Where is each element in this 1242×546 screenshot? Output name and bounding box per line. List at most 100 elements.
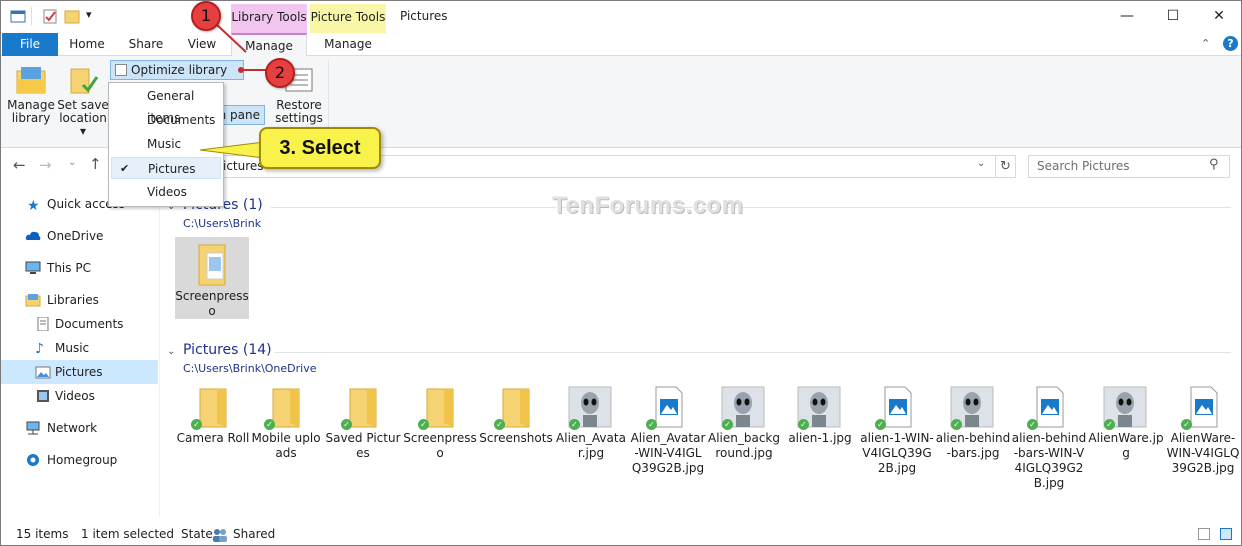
restore-settings-button[interactable]: Restore settings (273, 99, 325, 125)
up-icon[interactable]: ↑ (89, 155, 102, 173)
new-folder-icon[interactable] (64, 9, 80, 24)
sync-ok-icon: ✓ (191, 419, 202, 430)
file-name: Alien_background.jpg (708, 431, 780, 460)
nav-network[interactable]: Network (1, 416, 158, 440)
step3-callout: 3. Select (259, 127, 381, 169)
file-list: ⌄ Pictures (1) C:\Users\Brink Screenpres… (161, 187, 1241, 517)
network-icon (26, 421, 40, 435)
step3-pointer (200, 141, 264, 159)
nav-label: Pictures (55, 365, 103, 379)
address-path: ictures (223, 159, 264, 173)
image-file-icon (884, 386, 912, 428)
sync-ok-icon: ✓ (875, 419, 886, 430)
nav-label: Videos (55, 389, 95, 403)
nav-documents[interactable]: Documents (1, 312, 158, 336)
large-icons-view-icon[interactable] (1220, 528, 1232, 540)
manage-library-icon (16, 67, 46, 94)
check-icon: ✔ (120, 162, 130, 175)
expand-ribbon-icon[interactable]: ⌃ (1201, 37, 1210, 50)
details-view-icon[interactable] (1198, 528, 1210, 540)
tab-share[interactable]: Share (119, 33, 173, 56)
nav-pictures[interactable]: Pictures (1, 360, 158, 384)
nav-libraries[interactable]: Libraries (1, 288, 158, 312)
maximize-button[interactable]: ☐ (1150, 1, 1196, 33)
search-placeholder: Search Pictures (1037, 159, 1130, 173)
group-collapse-icon[interactable]: ⌄ (167, 346, 175, 357)
set-save-location-icon (70, 68, 99, 94)
nav-label: Documents (55, 317, 124, 331)
group-path: C:\Users\Brink\OneDrive (183, 362, 317, 375)
nav-music[interactable]: ♪ Music (1, 336, 158, 360)
documents-icon (37, 317, 49, 331)
tab-home[interactable]: Home (62, 33, 112, 56)
group-path: C:\Users\Brink (183, 217, 262, 230)
group-title[interactable]: Pictures (14) (183, 342, 272, 358)
item-count: 15 items (16, 527, 69, 541)
file-name: Mobile uploads (251, 431, 321, 460)
customize-qat-icon[interactable]: ▾ (86, 8, 92, 21)
sync-ok-icon: ✓ (951, 419, 962, 430)
search-box[interactable]: Search Pictures ⚲ (1028, 155, 1230, 178)
menu-item-pictures[interactable]: ✔ Pictures (111, 157, 221, 179)
show-in-nav-pane-button[interactable]: n pane (217, 105, 265, 125)
optimize-library-button[interactable]: Optimize library for ▾ (110, 60, 244, 95)
sync-ok-icon: ✓ (1104, 419, 1115, 430)
file-name: Saved Pictures (325, 431, 401, 460)
step2-badge: 2 (265, 58, 295, 88)
search-icon[interactable]: ⚲ (1209, 157, 1219, 172)
menu-item-videos[interactable]: Videos (111, 181, 221, 203)
file-name: alien-behind-bars-WIN-V4IGLQ39G2B.jpg (1011, 431, 1087, 490)
image-file-icon (655, 386, 683, 428)
recent-locations-icon[interactable]: ⌄ (68, 157, 76, 168)
status-bar: 15 items 1 item selected State: Shared (1, 523, 1241, 545)
file-name: alien-1-WIN-V4IGLQ39G2B.jpg (860, 431, 934, 475)
menu-item-label: Pictures (148, 162, 196, 176)
file-name: alien-1.jpg (788, 431, 852, 445)
sync-ok-icon: ✓ (722, 419, 733, 430)
sync-ok-icon: ✓ (1027, 419, 1038, 430)
nav-label: Network (47, 421, 98, 435)
nav-videos[interactable]: Videos (1, 384, 158, 408)
back-icon[interactable]: ← (13, 156, 26, 174)
file-item[interactable]: Screenpresso (175, 237, 249, 319)
close-button[interactable]: ✕ (1196, 1, 1242, 33)
minimize-button[interactable]: — (1104, 1, 1150, 33)
picture-tools-context: Picture Tools (310, 4, 386, 33)
forward-icon[interactable]: → (39, 156, 52, 174)
selection-count: 1 item selected (81, 527, 175, 541)
help-icon[interactable]: ? (1223, 36, 1238, 51)
file-name: AlienWare-WIN-V4IGLQ39G2B.jpg (1166, 431, 1240, 475)
shared-users-icon (212, 527, 228, 542)
menu-item-documents[interactable]: Documents (111, 109, 221, 131)
nav-onedrive[interactable]: OneDrive (1, 224, 158, 248)
sync-ok-icon: ✓ (1181, 419, 1192, 430)
nav-label: Music (55, 341, 90, 355)
sync-ok-icon: ✓ (569, 419, 580, 430)
file-name: Alien_Avatar-WIN-V4IGLQ39G2B.jpg (630, 431, 706, 475)
pane-splitter[interactable] (159, 187, 160, 517)
step1-badge: 1 (191, 1, 221, 31)
set-save-location-button[interactable]: Set save location ▾ (57, 99, 109, 138)
explorer-icon[interactable] (10, 9, 26, 24)
manage-library-button[interactable]: Manage library (5, 99, 57, 125)
file-name: Alien_Avatar.jpg (556, 431, 626, 460)
refresh-icon[interactable]: ↻ (995, 156, 1015, 177)
window-title: Pictures (400, 9, 448, 23)
properties-icon[interactable] (42, 9, 58, 24)
file-name: Screenpresso (175, 289, 249, 318)
star-icon: ★ (27, 198, 40, 214)
navigation-pane: ★ Quick access OneDrive This PC Librarie… (1, 187, 159, 517)
menu-item-general[interactable]: General items (111, 85, 221, 125)
nav-label: Libraries (47, 293, 99, 307)
file-name: alien-behind-bars.jpg (935, 431, 1011, 460)
nav-homegroup[interactable]: Homegroup (1, 448, 158, 472)
nav-this-pc[interactable]: This PC (1, 256, 158, 280)
music-icon: ♪ (35, 341, 44, 357)
nav-label: OneDrive (47, 229, 104, 243)
tab-manage-picture[interactable]: Manage (310, 33, 386, 56)
tab-file[interactable]: File (2, 33, 58, 56)
explorer-window: ▾ Library Tools Picture Tools Pictures —… (0, 0, 1242, 546)
ribbon-tabs: File Home Share View Manage Manage ⌃ ? (1, 33, 1241, 57)
group-divider (271, 207, 1231, 208)
address-dropdown-icon[interactable]: ⌄ (977, 158, 985, 169)
